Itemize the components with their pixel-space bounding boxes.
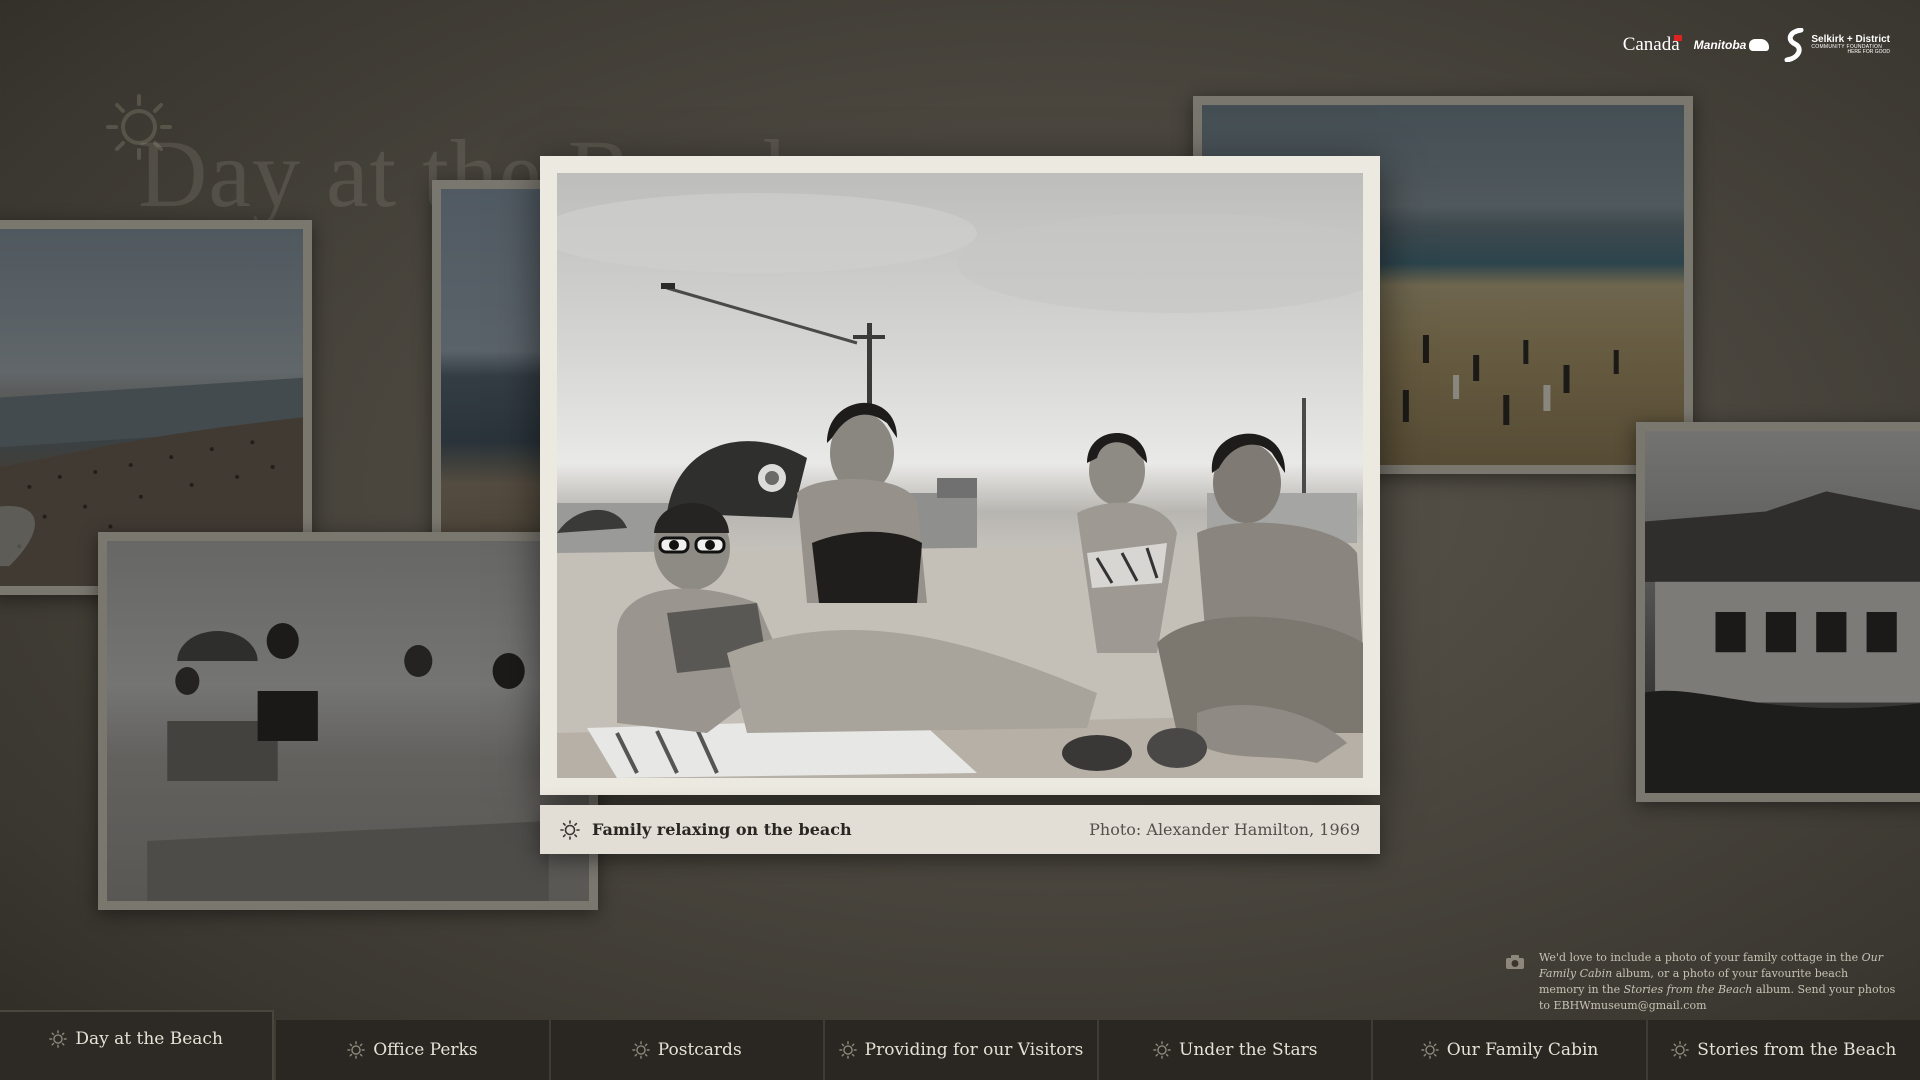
sun-icon — [1420, 1041, 1439, 1059]
selkirk-foundation-logo: Selkirk + District COMMUNITY FOUNDATION … — [1783, 28, 1890, 62]
featured-photo-image — [557, 173, 1363, 778]
tab-stories-from-the-beach[interactable]: Stories from the Beach — [1645, 1020, 1920, 1080]
tab-label: Office Perks — [373, 1040, 478, 1060]
tab-label: Postcards — [657, 1040, 742, 1060]
photo-credit: Photo: Alexander Hamilton, 1969 — [1089, 820, 1360, 839]
tab-office-perks[interactable]: Office Perks — [274, 1020, 549, 1080]
tab-under-the-stars[interactable]: Under the Stars — [1097, 1020, 1372, 1080]
tab-providing-for-our-visitors[interactable]: Providing for our Visitors — [822, 1020, 1098, 1080]
album-nav: Day at the Beach Office Perks Postcards … — [0, 1010, 1920, 1080]
sun-icon — [347, 1041, 366, 1059]
sun-icon — [631, 1041, 650, 1059]
contribution-note: We'd love to include a photo of your fam… — [1505, 950, 1897, 1014]
photo-thumbnail-building[interactable] — [1636, 422, 1920, 802]
featured-photo — [540, 156, 1380, 795]
tab-day-at-the-beach[interactable]: Day at the Beach — [0, 1010, 275, 1080]
manitoba-logo: Manitoba — [1694, 38, 1770, 52]
tab-postcards[interactable]: Postcards — [548, 1020, 823, 1080]
sun-icon — [1671, 1041, 1690, 1059]
photo-thumbnail-family[interactable] — [98, 532, 598, 910]
photo-caption-bar: Family relaxing on the beach Photo: Alex… — [540, 805, 1380, 854]
sun-icon — [49, 1030, 68, 1048]
canada-logo: Canada — [1622, 34, 1682, 55]
camera-icon — [1506, 955, 1524, 969]
contribution-text: We'd love to include a photo of your fam… — [1539, 951, 1896, 1012]
tab-label: Under the Stars — [1179, 1040, 1318, 1060]
tab-label: Our Family Cabin — [1446, 1040, 1599, 1060]
tab-our-family-cabin[interactable]: Our Family Cabin — [1371, 1020, 1646, 1080]
foundation-mark-icon — [1784, 28, 1804, 62]
tab-label: Providing for our Visitors — [864, 1040, 1084, 1060]
tab-label: Day at the Beach — [75, 1029, 223, 1049]
sun-icon — [838, 1041, 857, 1059]
sponsor-logos: Canada Manitoba Selkirk + District COMMU… — [1623, 28, 1890, 62]
photo-title: Family relaxing on the beach — [592, 820, 852, 839]
tab-label: Stories from the Beach — [1697, 1040, 1897, 1060]
bison-icon — [1749, 39, 1770, 51]
sun-icon — [560, 819, 580, 840]
sun-icon — [1153, 1041, 1171, 1059]
